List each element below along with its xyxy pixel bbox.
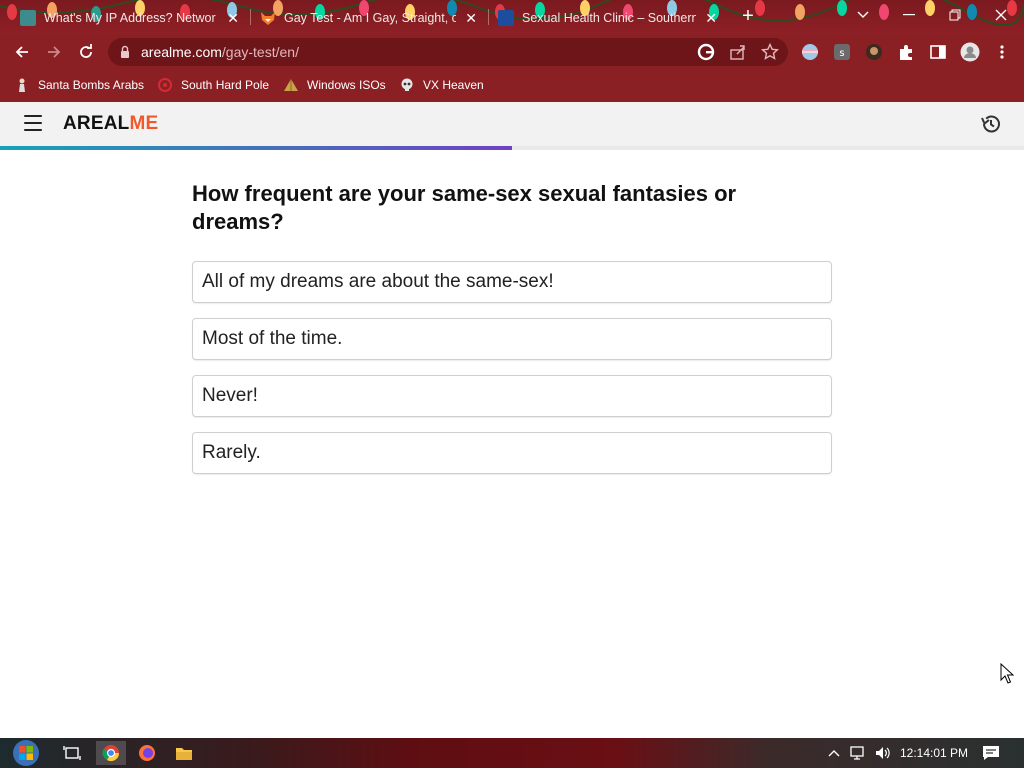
profile-icon[interactable]	[960, 42, 980, 62]
bookmark-label: Windows ISOs	[307, 78, 386, 92]
bookmark-south-hard-pole[interactable]: South Hard Pole	[157, 77, 269, 93]
bookmark-vx-heaven[interactable]: VX Heaven	[399, 77, 484, 93]
restore-button[interactable]	[932, 0, 978, 30]
close-tab-icon[interactable]: ✕	[226, 10, 240, 27]
firefox-taskbar-icon[interactable]	[132, 741, 162, 765]
share-icon[interactable]	[728, 42, 748, 62]
history-icon[interactable]	[980, 113, 1002, 135]
show-hidden-icons-icon[interactable]	[828, 745, 840, 761]
answer-option[interactable]: Rarely.	[192, 432, 832, 474]
back-button[interactable]	[10, 40, 34, 64]
avatar-extension-icon[interactable]	[864, 42, 884, 62]
url-host: arealme.com	[141, 44, 222, 60]
nhs-favicon-icon	[498, 10, 514, 26]
chrome-taskbar-icon[interactable]	[96, 741, 126, 765]
side-panel-icon[interactable]	[928, 42, 948, 62]
answer-list: All of my dreams are about the same-sex!…	[192, 261, 832, 489]
url-text: arealme.com/gay-test/en/	[141, 44, 299, 60]
svg-text:s: s	[839, 48, 844, 59]
figure-bookmark-icon	[19, 78, 25, 92]
red-star-bookmark-icon	[158, 78, 172, 92]
answer-option[interactable]: All of my dreams are about the same-sex!	[192, 261, 832, 303]
close-window-button[interactable]	[978, 0, 1024, 30]
site-logo[interactable]: AREALME	[63, 113, 158, 135]
browser-toolbar: arealme.com/gay-test/en/ s	[0, 34, 1024, 70]
s-extension-icon[interactable]: s	[832, 42, 852, 62]
forward-button[interactable]	[42, 40, 66, 64]
url-path: /gay-test/en/	[221, 44, 299, 60]
more-menu-icon[interactable]	[992, 42, 1012, 62]
file-explorer-taskbar-icon[interactable]	[169, 741, 199, 765]
action-center-icon[interactable]	[982, 745, 1000, 761]
pyramid-bookmark-icon	[284, 79, 298, 91]
address-bar[interactable]: arealme.com/gay-test/en/	[108, 38, 788, 66]
tab-title: What's My IP Address? Networ	[44, 11, 216, 25]
bookmark-label: South Hard Pole	[181, 78, 270, 92]
bookmark-windows-isos[interactable]: Windows ISOs	[283, 77, 386, 93]
bookmark-star-icon[interactable]	[760, 42, 780, 62]
tab-gay-test[interactable]: Gay Test - Am I Gay, Straight, or ✕	[250, 2, 488, 34]
answer-option[interactable]: Never!	[192, 375, 832, 417]
lock-icon[interactable]	[118, 45, 132, 59]
globe-favicon-icon	[20, 10, 36, 26]
tab-whats-my-ip[interactable]: What's My IP Address? Networ ✕	[10, 2, 250, 34]
tab-search-icon[interactable]	[840, 0, 886, 30]
hamburger-menu-icon[interactable]	[24, 115, 42, 131]
close-tab-icon[interactable]: ✕	[704, 10, 718, 27]
fox-favicon-icon	[260, 10, 276, 26]
quiz-progress-bar	[0, 146, 1024, 150]
tab-title: Sexual Health Clinic – Southern	[522, 11, 697, 25]
quiz-progress-fill	[0, 146, 512, 150]
tab-strip: What's My IP Address? Networ ✕ Gay Test …	[0, 0, 1024, 34]
windows-taskbar: 12:14:01 PM	[0, 738, 1024, 768]
logo-text-part2: ME	[129, 113, 159, 134]
mouse-cursor-icon	[1000, 663, 1014, 684]
google-lens-icon[interactable]	[696, 42, 716, 62]
skull-bookmark-icon	[401, 78, 413, 91]
reload-button[interactable]	[74, 40, 98, 64]
close-tab-icon[interactable]: ✕	[464, 10, 478, 27]
network-icon[interactable]	[850, 745, 868, 761]
answer-option[interactable]: Most of the time.	[192, 318, 832, 360]
taskbar-clock[interactable]: 12:14:01 PM	[900, 746, 968, 760]
quiz-question: How frequent are your same-sex sexual fa…	[192, 181, 737, 234]
volume-icon[interactable]	[874, 745, 892, 761]
logo-text-part1: AREAL	[63, 113, 130, 134]
tab-title: Gay Test - Am I Gay, Straight, or	[284, 11, 457, 25]
flag-extension-icon[interactable]	[800, 42, 820, 62]
site-header: AREALME	[0, 102, 1024, 146]
bookmark-label: VX Heaven	[423, 78, 484, 92]
bookmark-santa-bombs-arabs[interactable]: Santa Bombs Arabs	[14, 77, 144, 93]
new-tab-button[interactable]: +	[738, 6, 758, 26]
start-button-icon[interactable]	[10, 739, 42, 767]
bookmark-label: Santa Bombs Arabs	[38, 78, 145, 92]
bookmarks-bar: Santa Bombs Arabs South Hard Pole Window…	[0, 70, 1024, 102]
minimize-button[interactable]	[886, 0, 932, 30]
extensions-puzzle-icon[interactable]	[896, 42, 916, 62]
tab-sexual-health-clinic[interactable]: Sexual Health Clinic – Southern ✕	[488, 2, 728, 34]
task-view-icon[interactable]	[57, 741, 87, 765]
